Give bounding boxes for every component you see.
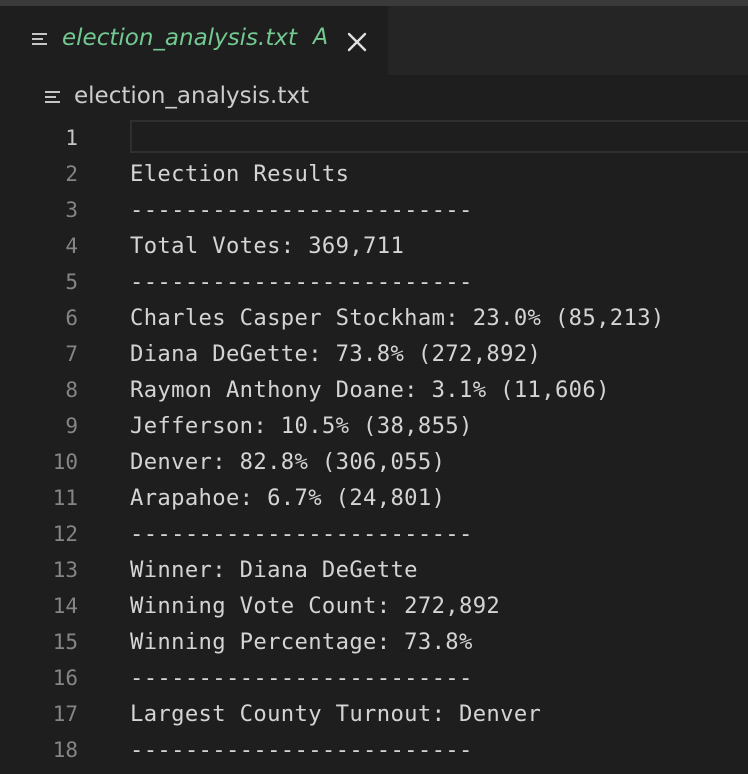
- line-number: 14: [52, 594, 78, 618]
- line-number: 1: [65, 126, 78, 150]
- line-text[interactable]: Denver: 82.8% (306,055): [130, 444, 445, 480]
- close-icon[interactable]: [345, 30, 369, 54]
- code-line[interactable]: 11 Arapahoe: 6.7% (24,801): [0, 480, 748, 516]
- line-number: 4: [65, 234, 78, 258]
- line-text[interactable]: Raymon Anthony Doane: 3.1% (11,606): [130, 372, 610, 408]
- code-line[interactable]: 16 -------------------------: [0, 660, 748, 696]
- code-line[interactable]: 1: [0, 120, 748, 156]
- code-line[interactable]: 4 Total Votes: 369,711: [0, 228, 748, 264]
- line-number: 12: [52, 522, 78, 546]
- code-line[interactable]: 10 Denver: 82.8% (306,055): [0, 444, 748, 480]
- code-line[interactable]: 6 Charles Casper Stockham: 23.0% (85,213): [0, 300, 748, 336]
- line-number: 5: [65, 270, 78, 294]
- line-text[interactable]: Election Results: [130, 156, 349, 192]
- code-line[interactable]: 17 Largest County Turnout: Denver: [0, 696, 748, 732]
- code-line[interactable]: 8 Raymon Anthony Doane: 3.1% (11,606): [0, 372, 748, 408]
- line-number: 13: [52, 558, 78, 582]
- code-line[interactable]: 15 Winning Percentage: 73.8%: [0, 624, 748, 660]
- line-text[interactable]: Largest County Turnout: Denver: [130, 696, 541, 732]
- code-line[interactable]: 14 Winning Vote Count: 272,892: [0, 588, 748, 624]
- line-number: 15: [52, 630, 78, 654]
- line-text[interactable]: Charles Casper Stockham: 23.0% (85,213): [130, 300, 665, 336]
- code-line[interactable]: 9 Jefferson: 10.5% (38,855): [0, 408, 748, 444]
- line-number: 3: [65, 198, 78, 222]
- line-text[interactable]: Winning Vote Count: 272,892: [130, 588, 500, 624]
- line-number: 17: [52, 702, 78, 726]
- line-number: 10: [52, 450, 78, 474]
- line-number: 11: [52, 486, 78, 510]
- breadcrumb-filename[interactable]: election_analysis.txt: [74, 83, 309, 109]
- code-line[interactable]: 5 -------------------------: [0, 264, 748, 300]
- line-number: 16: [52, 666, 78, 690]
- git-status-badge: A: [313, 25, 329, 50]
- code-line[interactable]: 7 Diana DeGette: 73.8% (272,892): [0, 336, 748, 372]
- line-text[interactable]: -------------------------: [130, 732, 473, 768]
- tab-election-analysis[interactable]: election_analysis.txt A: [0, 6, 388, 75]
- code-line[interactable]: 2 Election Results: [0, 156, 748, 192]
- line-text[interactable]: Diana DeGette: 73.8% (272,892): [130, 336, 541, 372]
- breadcrumb[interactable]: election_analysis.txt: [0, 80, 748, 120]
- tab-label: election_analysis.txt: [62, 25, 297, 51]
- code-line[interactable]: 13 Winner: Diana DeGette: [0, 552, 748, 588]
- code-line[interactable]: 18 -------------------------: [0, 732, 748, 768]
- line-number: 6: [65, 306, 78, 330]
- code-editor[interactable]: 1 2 Election Results 3 ---------------------…: [0, 120, 748, 774]
- lines-icon: [32, 33, 47, 45]
- line-number: 7: [65, 342, 78, 366]
- line-text[interactable]: -------------------------: [130, 516, 473, 552]
- line-text[interactable]: -------------------------: [130, 660, 473, 696]
- line-number: 8: [65, 378, 78, 402]
- line-number: 9: [65, 414, 78, 438]
- line-text[interactable]: Winner: Diana DeGette: [130, 552, 418, 588]
- lines-icon: [45, 91, 60, 103]
- line-number: 2: [65, 162, 78, 186]
- line-text[interactable]: Winning Percentage: 73.8%: [130, 624, 473, 660]
- tab-bar: election_analysis.txt A: [0, 6, 748, 75]
- line-text[interactable]: Jefferson: 10.5% (38,855): [130, 408, 473, 444]
- line-text[interactable]: Arapahoe: 6.7% (24,801): [130, 480, 445, 516]
- line-text[interactable]: -------------------------: [130, 264, 473, 300]
- line-text[interactable]: -------------------------: [130, 192, 473, 228]
- code-line[interactable]: 12 -------------------------: [0, 516, 748, 552]
- code-line[interactable]: 3 -------------------------: [0, 192, 748, 228]
- line-text[interactable]: Total Votes: 369,711: [130, 228, 404, 264]
- line-number: 18: [52, 738, 78, 762]
